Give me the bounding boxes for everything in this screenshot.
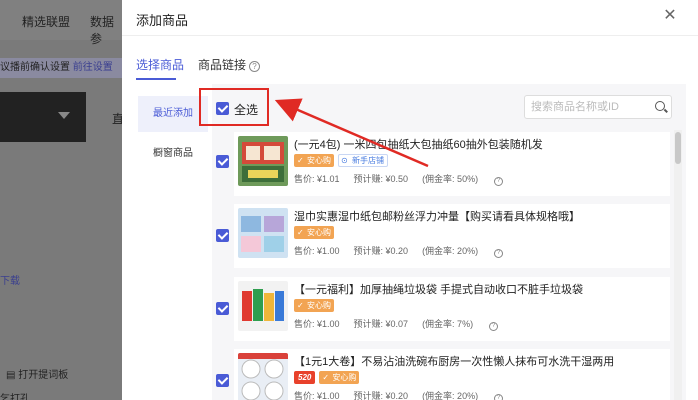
bg-open-prompter-label: 打开提词板 xyxy=(18,370,69,381)
modal-title: 添加商品 xyxy=(136,13,189,28)
badge-secure-purchase: 安心购 xyxy=(294,154,334,167)
product-card-0[interactable]: (一元4包) 一米四包抽纸大包抽纸60抽外包装随机发 安心购新手店铺 售价: ¥… xyxy=(234,132,670,196)
help-icon[interactable]: ? xyxy=(494,177,504,186)
product-card-2[interactable]: 【一元福利】加厚抽绳垃圾袋 手提式自动收口不脏手垃圾袋 安心购 售价: ¥1.0… xyxy=(234,277,670,341)
left-menu-showcase-label: 橱窗商品 xyxy=(153,148,193,159)
product-commission: (佣金率: 7%) xyxy=(422,319,474,329)
help-icon[interactable]: ? xyxy=(494,249,504,258)
left-menu-recent-label: 最近添加 xyxy=(153,108,193,119)
product-earn: 预计赚: ¥0.20 xyxy=(353,391,409,400)
product-earn: 预计赚: ¥0.50 xyxy=(353,174,409,184)
badge-secure-purchase: 安心购 xyxy=(319,371,360,384)
product-title: 【一元福利】加厚抽绳垃圾袋 手提式自动收口不脏手垃圾袋 xyxy=(294,284,584,296)
select-all-checkbox[interactable] xyxy=(216,102,229,115)
product-earn: 预计赚: ¥0.07 xyxy=(353,319,409,329)
product-commission-wrap: (佣金率: 20%)? xyxy=(422,246,517,258)
tab-select-product[interactable]: 选择商品 xyxy=(136,56,185,80)
product-search xyxy=(524,95,672,119)
product-checkbox-0[interactable] xyxy=(216,155,229,168)
close-icon[interactable]: ✕ xyxy=(660,6,680,26)
left-menu: 最近添加 橱窗商品 xyxy=(138,96,208,172)
product-badges: 520安心购 xyxy=(294,371,363,385)
product-thumbnail xyxy=(238,208,288,258)
product-badges: 安心购 xyxy=(294,226,338,240)
product-title: 【1元1大卷】不易沾油洗碗布厨房一次性懒人抹布可水洗干湿两用 xyxy=(294,356,615,368)
product-title: (一元4包) 一米四包抽纸大包抽纸60抽外包装随机发 xyxy=(294,139,543,151)
search-input[interactable] xyxy=(531,99,649,115)
bg-nav-item-0: 精选联盟 xyxy=(22,15,71,29)
product-commission-wrap: (佣金率: 7%)? xyxy=(422,319,512,331)
search-icon[interactable] xyxy=(655,101,665,111)
left-menu-recent[interactable]: 最近添加 xyxy=(138,96,208,132)
badge-new-store: 新手店铺 xyxy=(338,154,388,167)
product-price: 售价: ¥1.00 xyxy=(294,246,340,256)
product-thumbnail xyxy=(238,136,288,186)
product-commission: (佣金率: 20%) xyxy=(422,246,479,256)
badge-520: 520 xyxy=(294,371,316,384)
bg-nav-item-1: 数据参 xyxy=(90,15,115,46)
product-badges: 安心购 xyxy=(294,299,338,313)
tab-active-underline xyxy=(136,78,176,80)
product-commission: (佣金率: 20%) xyxy=(422,391,479,400)
tab-select-product-label: 选择商品 xyxy=(136,58,185,72)
add-product-modal: 添加商品 ✕ 选择商品 商品链接? 最近添加 橱窗商品 全选 搜索商品名称或ID… xyxy=(122,0,698,400)
tab-product-link[interactable]: 商品链接? xyxy=(198,56,261,73)
bg-notice-text: 议播前确认设置 xyxy=(0,62,70,73)
product-meta: 售价: ¥1.00 预计赚: ¥0.07 (佣金率: 7%)? xyxy=(294,317,526,331)
list-scrollbar[interactable] xyxy=(674,130,682,400)
bg-open-prompter: ▤ 打开提词板 xyxy=(6,370,69,381)
product-badges: 安心购新手店铺 xyxy=(294,154,392,168)
product-commission-wrap: (佣金率: 50%)? xyxy=(422,174,517,186)
badge-secure-purchase: 安心购 xyxy=(294,299,334,312)
product-card-3[interactable]: 【1元1大卷】不易沾油洗碗布厨房一次性懒人抹布可水洗干湿两用 520安心购 售价… xyxy=(234,349,670,400)
bg-notice-link: 前往设置 xyxy=(72,62,113,73)
product-checkbox-1[interactable] xyxy=(216,229,229,242)
product-commission: (佣金率: 50%) xyxy=(422,174,479,184)
product-meta: 售价: ¥1.01 预计赚: ¥0.50 (佣金率: 50%)? xyxy=(294,172,531,186)
help-icon[interactable]: ? xyxy=(494,394,504,400)
left-menu-showcase[interactable]: 橱窗商品 xyxy=(138,136,208,172)
bg-bottom-text: 乞打孔... xyxy=(0,394,39,400)
help-icon[interactable]: ? xyxy=(249,61,261,72)
product-checkbox-2[interactable] xyxy=(216,302,229,315)
product-price: 售价: ¥1.01 xyxy=(294,174,340,184)
background-top-nav: 精选联盟 数据参 xyxy=(0,0,122,46)
triangle-down-icon xyxy=(58,112,70,119)
product-price: 售价: ¥1.00 xyxy=(294,391,340,400)
tab-product-link-label: 商品链接 xyxy=(198,58,247,72)
select-all-label[interactable]: 全选 xyxy=(234,101,258,118)
scroll-thumb[interactable] xyxy=(675,132,681,164)
product-thumbnail xyxy=(238,281,288,331)
help-icon[interactable]: ? xyxy=(489,322,499,331)
product-card-1[interactable]: 湿巾实惠湿巾纸包邮粉丝浮力冲量【购买请看具体规格哦】 安心购 售价: ¥1.00… xyxy=(234,204,670,268)
product-thumbnail xyxy=(238,353,288,400)
product-checkbox-3[interactable] xyxy=(216,374,229,387)
product-price: 售价: ¥1.00 xyxy=(294,319,340,329)
background-notice: 议播前确认设置 前往设置 xyxy=(0,58,122,78)
bg-download-link: 下载 xyxy=(0,276,20,287)
product-title: 湿巾实惠湿巾纸包邮粉丝浮力冲量【购买请看具体规格哦】 xyxy=(294,211,580,223)
background-dark-panel xyxy=(0,92,86,142)
product-commission-wrap: (佣金率: 20%)? xyxy=(422,391,517,400)
product-earn: 预计赚: ¥0.20 xyxy=(353,246,409,256)
product-meta: 售价: ¥1.00 预计赚: ¥0.20 (佣金率: 20%)? xyxy=(294,244,531,258)
product-meta: 售价: ¥1.00 预计赚: ¥0.20 (佣金率: 20%)? xyxy=(294,389,531,400)
badge-secure-purchase: 安心购 xyxy=(294,226,334,239)
modal-header: 添加商品 ✕ xyxy=(122,0,698,36)
